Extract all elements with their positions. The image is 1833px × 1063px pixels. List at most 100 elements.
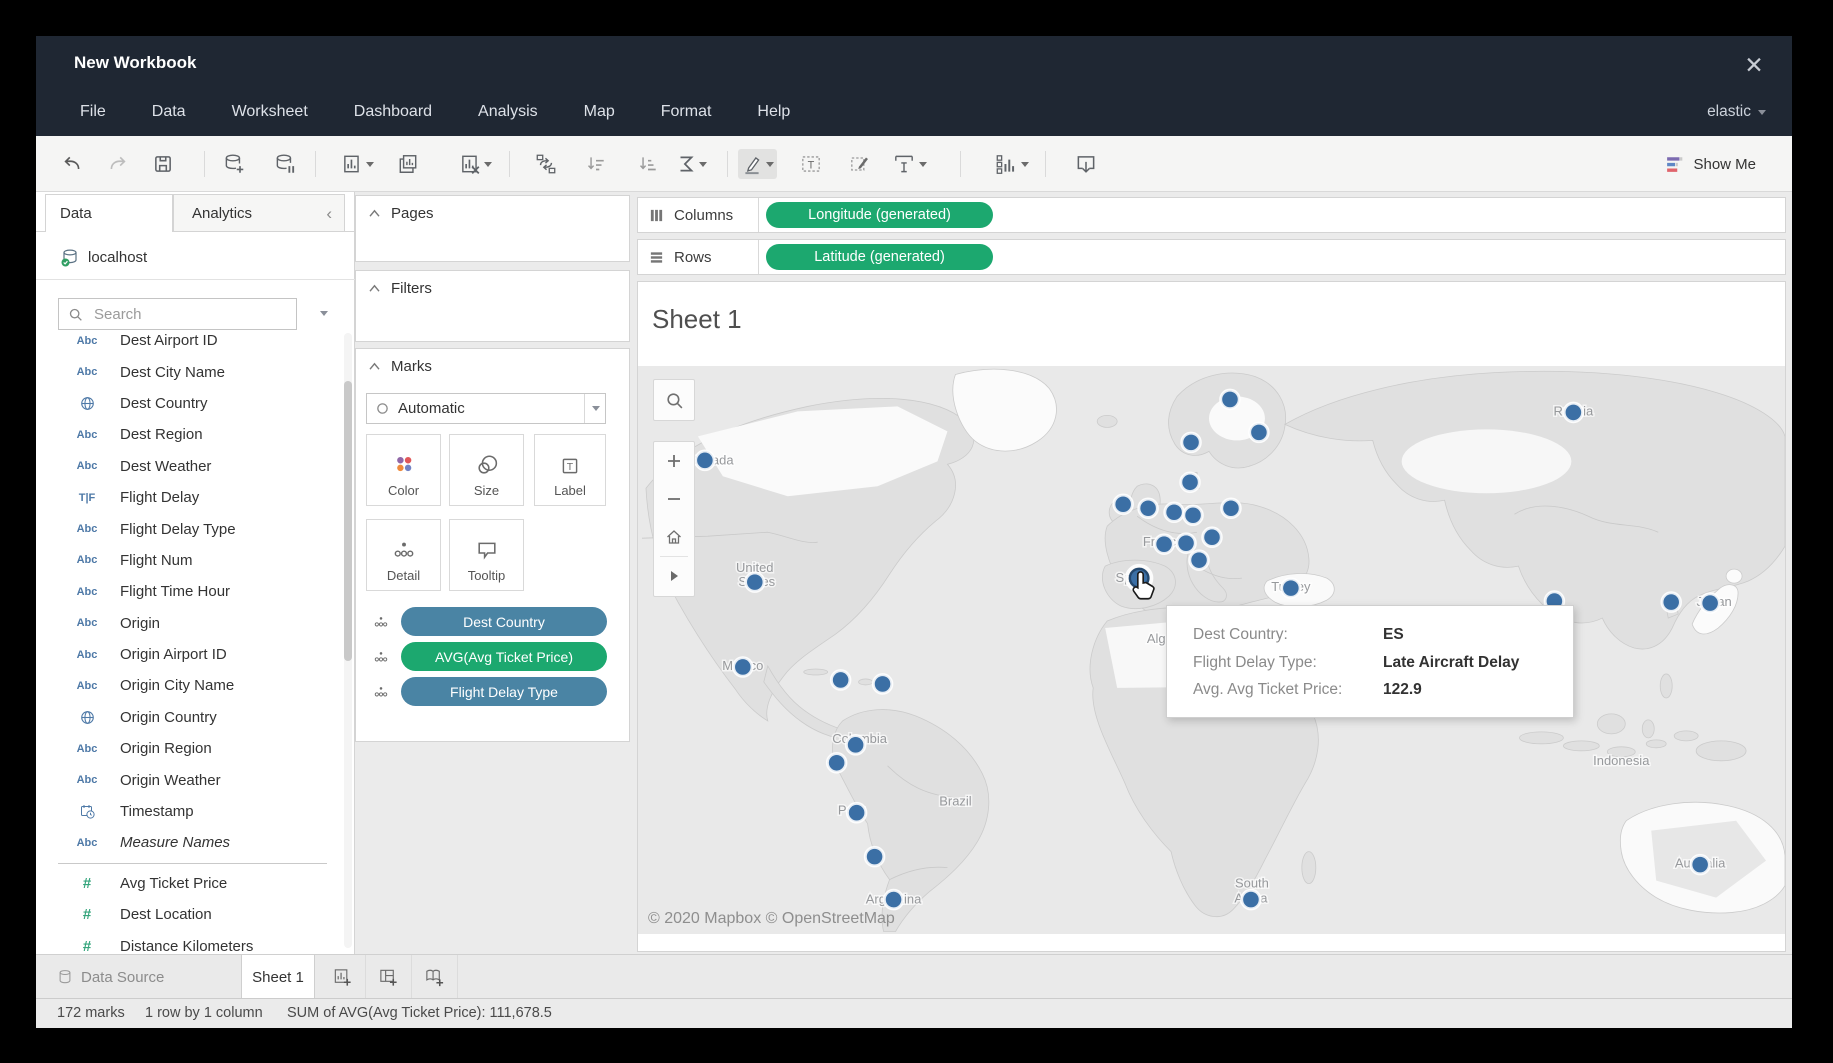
map-search-button[interactable]	[653, 379, 695, 421]
data-source-tab[interactable]: Data Source	[57, 955, 164, 999]
account-menu[interactable]: elastic	[1707, 88, 1766, 136]
close-icon[interactable]: ✕	[1738, 50, 1770, 80]
field-flight-time-hour[interactable]: AbcFlight Time Hour	[36, 576, 341, 607]
map-mark[interactable]	[734, 658, 753, 677]
pause-auto-updates-icon[interactable]	[270, 149, 300, 179]
field-dest-region[interactable]: AbcDest Region	[36, 419, 341, 450]
format-icon[interactable]	[845, 149, 875, 179]
zoom-home-button[interactable]	[654, 518, 694, 556]
menu-item-help[interactable]: Help	[757, 103, 790, 121]
new-dashboard-button[interactable]	[366, 955, 412, 999]
redo-button[interactable]	[104, 149, 132, 179]
show-hide-cards-icon[interactable]	[991, 149, 1032, 179]
menu-item-analysis[interactable]: Analysis	[478, 103, 538, 121]
map-mark[interactable]	[1250, 423, 1269, 442]
pill-flight-delay-type[interactable]: Flight Delay Type	[401, 677, 607, 706]
map-mark[interactable]	[1221, 390, 1240, 409]
save-icon[interactable]	[149, 149, 177, 179]
menu-item-data[interactable]: Data	[152, 103, 186, 121]
field-origin[interactable]: AbcOrigin	[36, 608, 341, 639]
zoom-in-button[interactable]	[654, 442, 694, 480]
map-mark[interactable]	[1662, 593, 1681, 612]
totals-icon[interactable]	[673, 149, 710, 179]
map-mark[interactable]	[1177, 534, 1196, 553]
field-distance-kilometers[interactable]: #Distance Kilometers	[36, 930, 341, 954]
map-mark[interactable]	[884, 890, 903, 909]
map-mark[interactable]	[847, 803, 866, 822]
field-origin-country[interactable]: Origin Country	[36, 702, 341, 733]
rows-shelf[interactable]: Rows Latitude (generated)	[637, 239, 1786, 275]
field-flight-num[interactable]: AbcFlight Num	[36, 545, 341, 576]
map-mark[interactable]	[846, 736, 865, 755]
marks-header[interactable]: Marks	[356, 349, 629, 375]
map-mark[interactable]	[873, 675, 892, 694]
search-box[interactable]	[58, 298, 297, 330]
field-origin-weather[interactable]: AbcOrigin Weather	[36, 764, 341, 795]
detail-icon[interactable]	[371, 614, 391, 630]
map-mark[interactable]	[1181, 473, 1200, 492]
field-avg-ticket-price[interactable]: #Avg Ticket Price	[36, 868, 341, 899]
scrollbar-thumb[interactable]	[344, 381, 352, 661]
columns-pill[interactable]: Longitude (generated)	[766, 202, 993, 228]
new-story-button[interactable]	[412, 955, 458, 999]
map-mark[interactable]	[827, 754, 846, 773]
menu-item-map[interactable]: Map	[584, 103, 615, 121]
menu-item-worksheet[interactable]: Worksheet	[232, 103, 308, 121]
map-mark[interactable]	[1114, 495, 1133, 514]
field-origin-region[interactable]: AbcOrigin Region	[36, 733, 341, 764]
field-origin-city-name[interactable]: AbcOrigin City Name	[36, 670, 341, 701]
field-dest-country[interactable]: Dest Country	[36, 388, 341, 419]
detail-button[interactable]: Detail	[366, 519, 441, 591]
tab-data[interactable]: Data	[45, 194, 173, 232]
map-mark[interactable]	[1222, 499, 1241, 518]
undo-button[interactable]	[58, 149, 86, 179]
map-mark[interactable]	[1701, 594, 1720, 613]
map-mark[interactable]	[1139, 499, 1158, 518]
new-worksheet-icon[interactable]	[338, 149, 377, 179]
active-sheet-tab[interactable]: Sheet 1	[241, 955, 315, 999]
filters-header[interactable]: Filters	[356, 271, 629, 297]
tooltip-button[interactable]: Tooltip	[449, 519, 524, 591]
clear-sheet-icon[interactable]	[456, 149, 495, 179]
map-mark[interactable]	[1155, 535, 1174, 554]
show-mark-labels-icon[interactable]: T	[796, 149, 826, 179]
new-data-source-icon[interactable]	[219, 149, 249, 179]
map-mark[interactable]	[1242, 890, 1261, 909]
map-mark[interactable]	[1691, 855, 1710, 874]
map-mark[interactable]	[696, 451, 715, 470]
scrollbar[interactable]	[344, 333, 352, 948]
search-options-icon[interactable]	[320, 311, 328, 316]
field-measure-names[interactable]: AbcMeasure Names	[36, 827, 341, 858]
field-dest-weather[interactable]: AbcDest Weather	[36, 451, 341, 482]
field-dest-location[interactable]: #Dest Location	[36, 899, 341, 930]
field-flight-delay[interactable]: T|FFlight Delay	[36, 482, 341, 513]
mark-type-dropdown[interactable]: Automatic	[366, 393, 606, 424]
map-mark[interactable]	[1203, 528, 1222, 547]
show-me-button[interactable]: Show Me	[1666, 149, 1756, 179]
map-mark[interactable]	[865, 847, 884, 866]
data-source-connection[interactable]: localhost	[36, 236, 355, 280]
map-mark[interactable]	[746, 573, 765, 592]
menu-item-file[interactable]: File	[80, 103, 106, 121]
zoom-controls-expand-button[interactable]	[654, 557, 694, 595]
map-mark[interactable]	[1182, 433, 1201, 452]
sort-descending-icon[interactable]	[634, 149, 662, 179]
map-mark[interactable]	[831, 671, 850, 690]
map-mark[interactable]	[1564, 403, 1583, 422]
highlight-button[interactable]	[738, 149, 777, 179]
map-mark[interactable]	[1190, 551, 1209, 570]
columns-shelf[interactable]: Columns Longitude (generated)	[637, 197, 1786, 233]
color-button[interactable]: Color	[366, 434, 441, 506]
map-view[interactable]: CanadaUnitedStatesMexicoColombiaBrazilPe…	[638, 366, 1785, 934]
pages-header[interactable]: Pages	[356, 196, 629, 222]
swap-rows-columns-icon[interactable]	[531, 149, 561, 179]
size-button[interactable]: Size	[449, 434, 524, 506]
map-mark[interactable]	[1165, 503, 1184, 522]
pill-avg-avg-ticket-price-[interactable]: AVG(Avg Ticket Price)	[401, 642, 607, 671]
presentation-mode-icon[interactable]	[1071, 149, 1101, 179]
new-worksheet-button[interactable]	[320, 955, 366, 999]
zoom-out-button[interactable]	[654, 480, 694, 518]
collapse-pane-icon[interactable]: ‹	[326, 204, 332, 224]
pill-dest-country[interactable]: Dest Country	[401, 607, 607, 636]
field-flight-delay-type[interactable]: AbcFlight Delay Type	[36, 513, 341, 544]
